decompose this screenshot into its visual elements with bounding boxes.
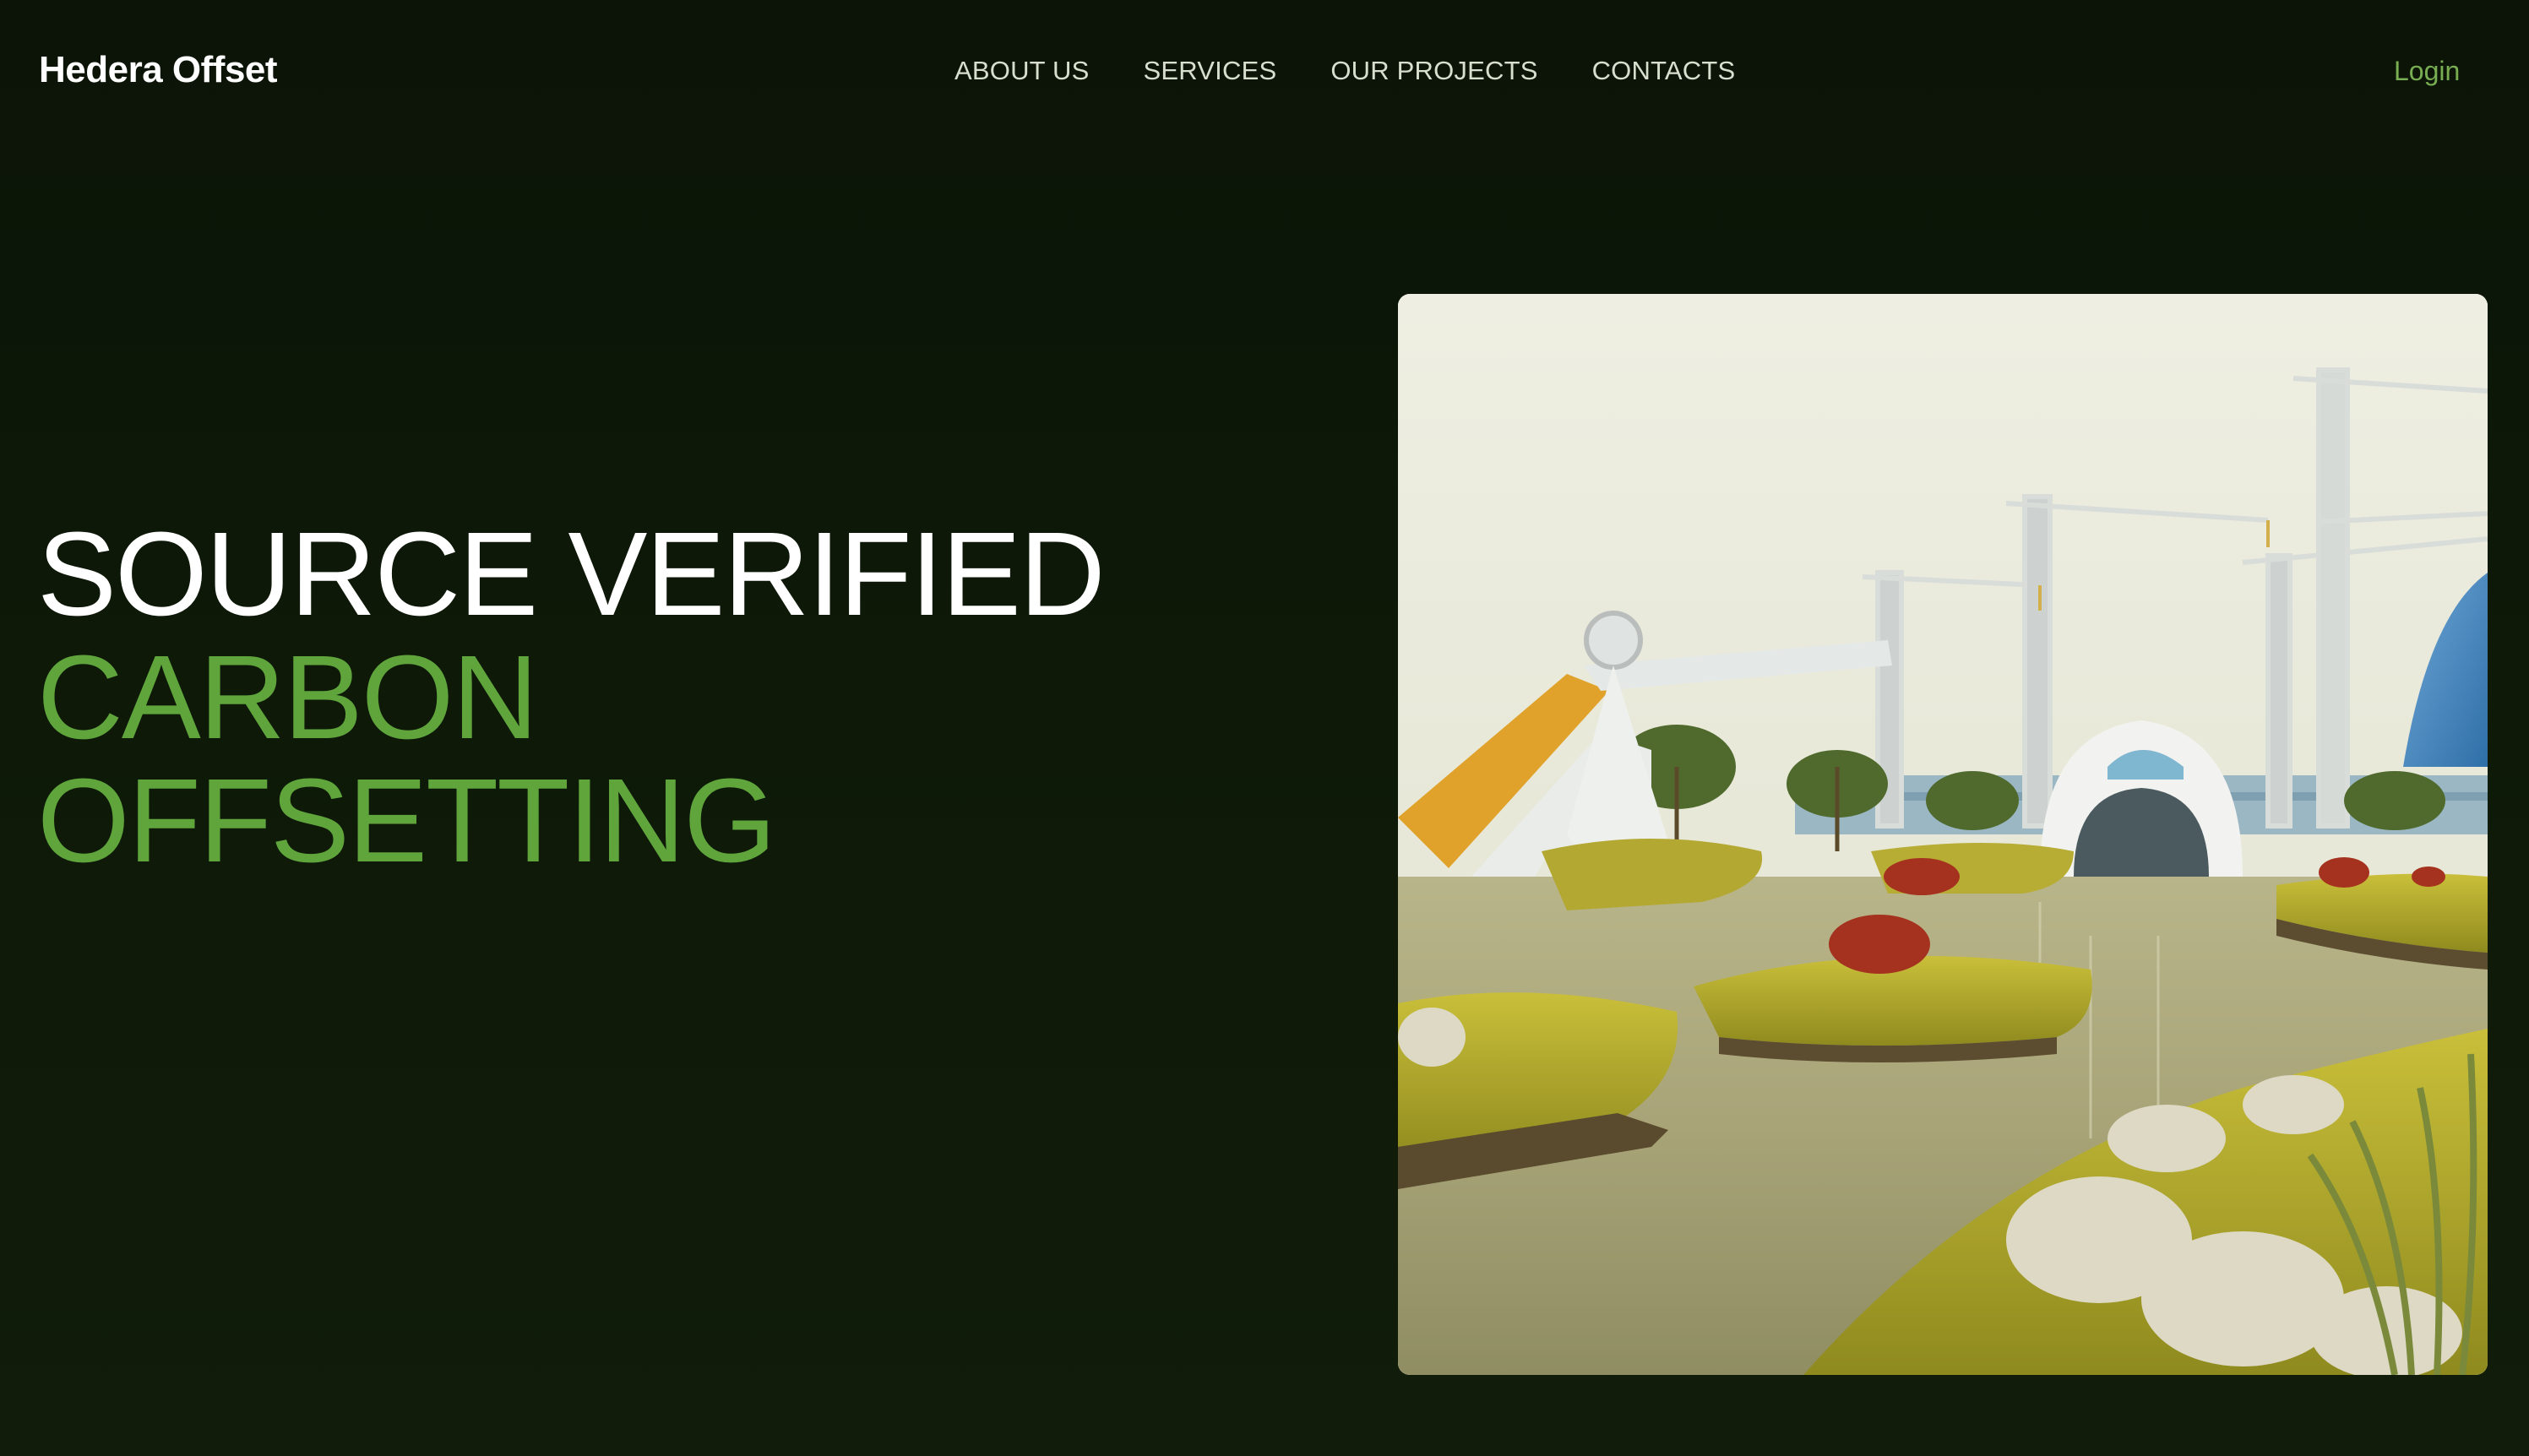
main-nav: ABOUT US SERVICES OUR PROJECTS CONTACTS bbox=[954, 56, 1735, 86]
hero-heading-line-1: SOURCE VERIFIED bbox=[37, 507, 1106, 640]
hero-heading-line-2: CARBON bbox=[37, 630, 538, 763]
hero-image bbox=[1398, 294, 2488, 1375]
landing-page: Hedera Offset ABOUT US SERVICES OUR PROJ… bbox=[0, 0, 2529, 1456]
nav-item-contacts[interactable]: CONTACTS bbox=[1592, 56, 1736, 86]
login-link[interactable]: Login bbox=[2394, 56, 2460, 87]
hero-heading-line-3: OFFSETTING bbox=[37, 753, 776, 887]
brand-logo[interactable]: Hedera Offset bbox=[39, 49, 278, 91]
top-header: Hedera Offset ABOUT US SERVICES OUR PROJ… bbox=[0, 0, 2529, 144]
hero-illustration bbox=[1398, 294, 2488, 1375]
nav-item-services[interactable]: SERVICES bbox=[1144, 56, 1277, 86]
nav-item-our-projects[interactable]: OUR PROJECTS bbox=[1330, 56, 1537, 86]
nav-item-about-us[interactable]: ABOUT US bbox=[954, 56, 1090, 86]
hero-heading: SOURCE VERIFIED CARBON OFFSETTING bbox=[37, 507, 1106, 887]
